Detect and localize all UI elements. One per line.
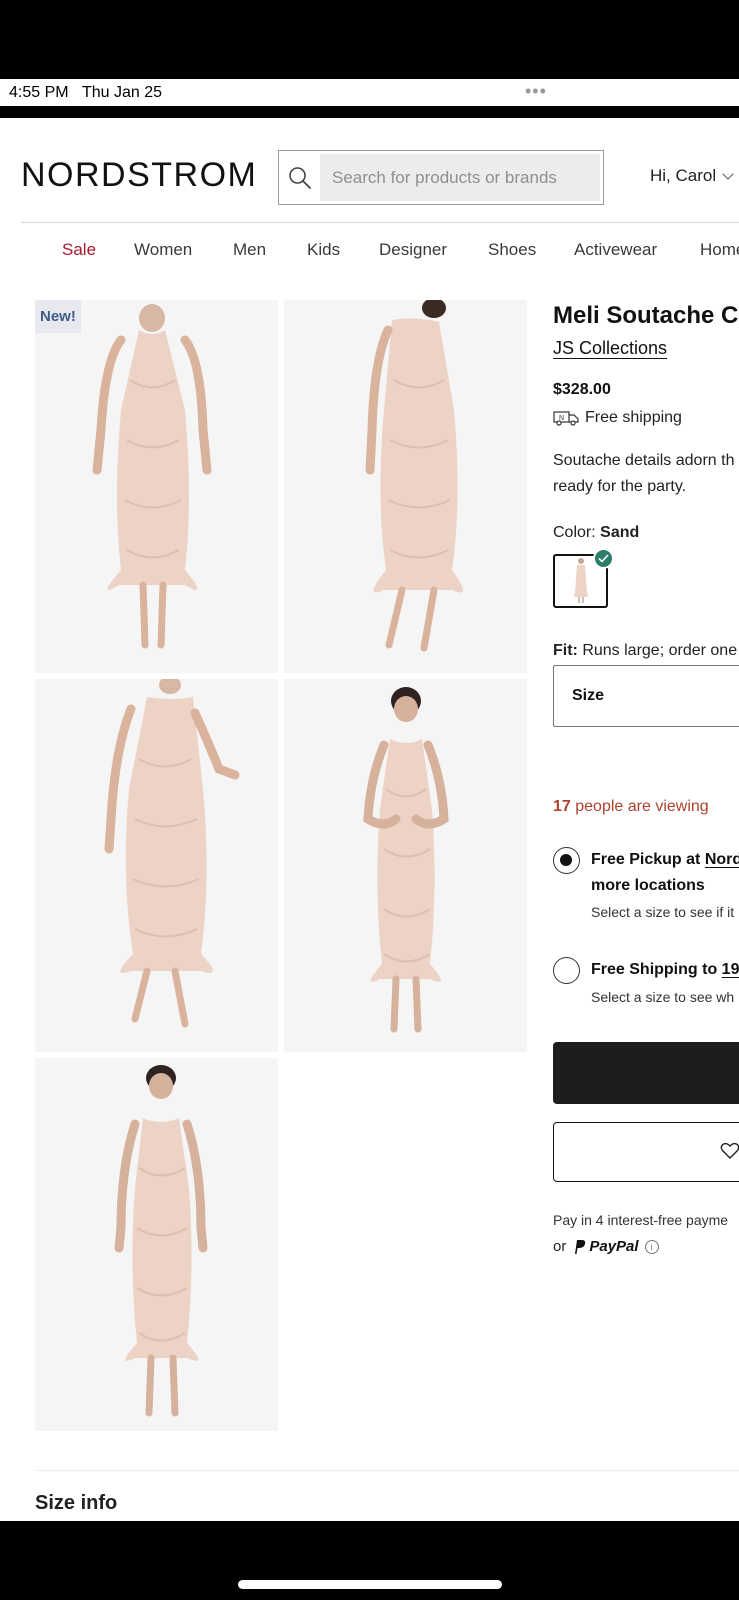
paypal-prefix: or [553, 1238, 567, 1255]
info-icon[interactable]: i [644, 1239, 659, 1254]
size-select-label: Size [572, 687, 605, 704]
multitasking-dots-icon[interactable]: ••• [525, 82, 547, 100]
dress-back-image [365, 300, 463, 652]
fit-note: Fit: Runs large; order one [553, 642, 737, 660]
status-clock: 4:55 PM [9, 84, 69, 101]
status-bar: 4:55 PM Thu Jan 25 ••• [0, 79, 739, 106]
nav-item-home[interactable]: Home [700, 240, 739, 260]
product-page: NORDSTROM Hi, Carol Sale Women Men Kids … [0, 118, 739, 1521]
pickup-store-link[interactable]: Nord [705, 851, 739, 868]
shipping-option-title[interactable]: Free Shipping to 19 [591, 957, 739, 983]
product-image-3[interactable] [35, 679, 278, 1052]
pickup-more-locations[interactable]: more locations [591, 873, 705, 899]
product-image-4[interactable] [284, 679, 527, 1052]
paypal-row: or PayPal i [553, 1238, 659, 1255]
section-divider [35, 1470, 739, 1471]
pickup-radio[interactable] [553, 847, 580, 874]
new-badge: New! [35, 300, 81, 333]
nav-item-sale[interactable]: Sale [62, 240, 96, 260]
status-date: Thu Jan 25 [81, 84, 162, 101]
product-image-1[interactable]: New! [35, 300, 278, 673]
chevron-down-icon [722, 168, 734, 180]
dress-model-front-image [363, 687, 449, 1033]
shipping-title-prefix: Free Shipping to [591, 961, 722, 978]
pickup-subtext: Select a size to see if it [591, 904, 735, 920]
shipping-radio[interactable] [553, 957, 580, 984]
paypal-label[interactable]: PayPal [589, 1238, 638, 1255]
nav-item-men[interactable]: Men [233, 240, 266, 260]
size-info-heading[interactable]: Size info [35, 1492, 117, 1515]
site-header: NORDSTROM Hi, Carol [0, 118, 739, 223]
delivery-truck-icon: N [553, 410, 579, 426]
add-to-bag-button[interactable] [553, 1042, 739, 1104]
product-description: Soutache details adorn th ready for the … [553, 448, 739, 500]
dress-side-image [104, 679, 240, 1028]
nav-item-women[interactable]: Women [134, 240, 192, 260]
paypal-logo-icon [572, 1239, 586, 1255]
heart-icon [720, 1142, 739, 1165]
home-indicator[interactable] [238, 1580, 502, 1589]
pickup-title-prefix: Free Pickup at [591, 851, 705, 868]
color-label-text: Color: [553, 524, 596, 541]
nordstrom-logo[interactable]: NORDSTROM [21, 156, 257, 195]
pay-in-4-note: Pay in 4 interest-free payme [553, 1212, 729, 1228]
pickup-option-title[interactable]: Free Pickup at Nord [591, 847, 739, 873]
shipping-label: Free shipping [585, 409, 682, 426]
brand-link[interactable]: JS Collections [553, 338, 667, 359]
viewing-text: people are viewing [575, 798, 709, 815]
product-title: Meli Soutache C [553, 302, 739, 329]
free-shipping: N Free shipping [553, 409, 682, 427]
product-image-2[interactable] [284, 300, 527, 673]
product-price: $328.00 [553, 381, 611, 398]
account-menu[interactable]: Hi, Carol [650, 166, 734, 186]
description-line-2: ready for the party. [553, 478, 687, 495]
header-divider [21, 222, 739, 223]
wishlist-button[interactable] [553, 1122, 739, 1182]
nav-item-activewear[interactable]: Activewear [574, 240, 657, 260]
nav-item-shoes[interactable]: Shoes [488, 240, 536, 260]
shipping-subtext: Select a size to see wh [591, 989, 735, 1005]
color-label: Color: Sand [553, 524, 639, 542]
nav-item-designer[interactable]: Designer [379, 240, 447, 260]
fit-value: Runs large; order one [582, 642, 738, 659]
shipping-zip-link[interactable]: 19 [722, 961, 739, 978]
status-divider [0, 106, 739, 118]
search-icon[interactable] [279, 151, 320, 204]
product-image-5[interactable] [35, 1058, 278, 1431]
svg-text:N: N [559, 415, 564, 422]
search-box[interactable] [278, 150, 604, 205]
search-input[interactable] [320, 154, 600, 201]
selected-check-icon [593, 548, 614, 569]
viewing-count: 17 people are viewing [553, 798, 709, 816]
color-value: Sand [600, 524, 640, 541]
nav-item-kids[interactable]: Kids [307, 240, 340, 260]
swatch-dress-thumbnail [573, 558, 588, 603]
dress-front-image [92, 304, 212, 649]
status-time: 4:55 PM Thu Jan 25 [9, 84, 162, 102]
description-line-1: Soutache details adorn th [553, 452, 735, 469]
dress-model-full-image [114, 1065, 208, 1417]
size-select[interactable]: Size [553, 665, 739, 727]
device-top-bezel [0, 0, 739, 79]
fit-label: Fit: [553, 642, 578, 659]
account-greeting: Hi, Carol [650, 166, 717, 185]
viewing-number: 17 [553, 798, 571, 815]
category-nav: Sale Women Men Kids Designer Shoes Activ… [0, 240, 739, 270]
